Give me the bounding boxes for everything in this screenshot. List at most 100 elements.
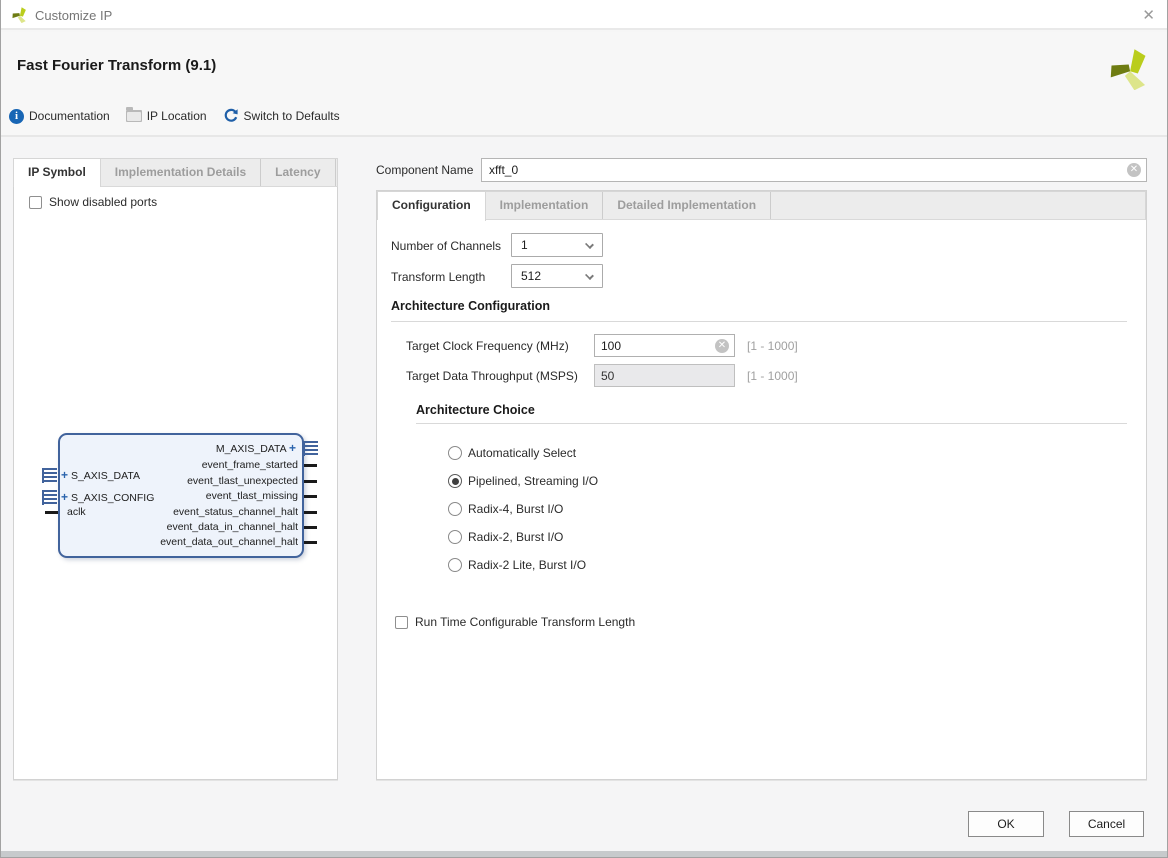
- radio-icon[interactable]: [448, 530, 462, 544]
- bottom-strip: [1, 851, 1167, 857]
- port-event-tlast-missing[interactable]: event_tlast_missing: [206, 489, 298, 503]
- architecture-choice-title: Architecture Choice: [416, 403, 535, 417]
- switch-to-defaults-button[interactable]: Switch to Defaults: [223, 108, 340, 124]
- show-disabled-ports-label: Show disabled ports: [49, 195, 158, 209]
- ip-symbol-panel: IP Symbol Implementation Details Latency…: [13, 158, 338, 780]
- switch-to-defaults-label: Switch to Defaults: [243, 109, 340, 123]
- radio-automatically-select[interactable]: Automatically Select: [448, 446, 576, 460]
- documentation-button[interactable]: i Documentation: [9, 108, 110, 124]
- port-label: event_tlast_unexpected: [187, 475, 298, 487]
- port-event-data-in-channel-halt[interactable]: event_data_in_channel_halt: [167, 520, 298, 534]
- expand-plus-icon[interactable]: +: [61, 490, 68, 504]
- pin-stub: [45, 511, 58, 514]
- window-title: Customize IP: [35, 8, 113, 23]
- pin-stub: [304, 495, 317, 498]
- ip-location-button[interactable]: IP Location: [125, 107, 207, 123]
- port-event-tlast-unexpected[interactable]: event_tlast_unexpected: [187, 474, 298, 488]
- section-rule: [391, 321, 1127, 322]
- runtime-transform-length-checkbox[interactable]: [395, 615, 408, 629]
- pin-stub: [304, 464, 317, 467]
- port-label: event_tlast_missing: [205, 490, 298, 502]
- port-label: aclk: [67, 506, 86, 518]
- chevron-down-icon: [585, 240, 594, 249]
- port-label: M_AXIS_DATA: [215, 443, 287, 455]
- pin-stub: [304, 511, 317, 514]
- toolbar: i Documentation IP Location Switch to De…: [9, 107, 340, 124]
- port-label: event_frame_started: [201, 459, 298, 471]
- number-of-channels-dropdown[interactable]: 1: [511, 233, 603, 257]
- page-title: Fast Fourier Transform (9.1): [17, 57, 217, 74]
- radio-icon[interactable]: [448, 558, 462, 572]
- target-data-throughput-label: Target Data Throughput (MSPS): [406, 369, 578, 383]
- clear-icon[interactable]: ✕: [715, 339, 729, 353]
- target-data-throughput-input: [594, 364, 735, 387]
- port-s-axis-config[interactable]: + S_AXIS_CONFIG: [61, 490, 154, 504]
- xilinx-logo-icon: [11, 6, 28, 26]
- component-name-input[interactable]: [481, 158, 1147, 182]
- port-event-data-out-channel-halt[interactable]: event_data_out_channel_halt: [160, 535, 298, 549]
- xilinx-logo-large-icon: [1107, 46, 1151, 93]
- ip-location-label: IP Location: [146, 109, 207, 123]
- header: Fast Fourier Transform (9.1) i Documenta…: [1, 32, 1167, 137]
- target-clock-frequency-label: Target Clock Frequency (MHz): [406, 339, 569, 353]
- documentation-label: Documentation: [29, 109, 110, 123]
- tab-latency[interactable]: Latency: [261, 159, 336, 186]
- radio-icon[interactable]: [448, 502, 462, 516]
- folder-icon: [125, 107, 142, 122]
- number-of-channels-label: Number of Channels: [391, 239, 502, 253]
- right-tab-strip: Configuration Implementation Detailed Im…: [377, 191, 1146, 221]
- content-area: IP Symbol Implementation Details Latency…: [1, 137, 1167, 857]
- port-m-axis-data[interactable]: M_AXIS_DATA +: [216, 441, 296, 455]
- number-of-channels-value: 1: [521, 238, 528, 252]
- tab-configuration[interactable]: Configuration: [378, 192, 486, 221]
- tab-implementation-details[interactable]: Implementation Details: [101, 159, 262, 186]
- port-label: event_status_channel_halt: [173, 506, 298, 518]
- close-icon[interactable]: ✕: [1142, 6, 1155, 24]
- radio-pipelined-streaming[interactable]: Pipelined, Streaming I/O: [448, 474, 598, 488]
- radio-selected-icon[interactable]: [448, 474, 462, 488]
- radio-icon[interactable]: [448, 446, 462, 460]
- radio-label: Automatically Select: [468, 446, 577, 460]
- radio-label: Pipelined, Streaming I/O: [468, 474, 599, 488]
- component-name-label: Component Name: [376, 163, 474, 177]
- expand-plus-icon[interactable]: +: [289, 441, 296, 455]
- radio-radix2-burst[interactable]: Radix-2, Burst I/O: [448, 530, 563, 544]
- port-s-axis-data[interactable]: + S_AXIS_DATA: [61, 468, 140, 482]
- radio-radix4-burst[interactable]: Radix-4, Burst I/O: [448, 502, 563, 516]
- transform-length-dropdown[interactable]: 512: [511, 264, 603, 288]
- radio-label: Radix-4, Burst I/O: [468, 502, 564, 516]
- bus-icon: [42, 468, 57, 483]
- expand-plus-icon[interactable]: +: [61, 468, 68, 482]
- runtime-transform-length-label: Run Time Configurable Transform Length: [415, 615, 636, 629]
- tab-implementation[interactable]: Implementation: [486, 192, 604, 219]
- cancel-button[interactable]: Cancel: [1069, 811, 1144, 837]
- port-label: S_AXIS_DATA: [70, 470, 140, 482]
- title-bar: Customize IP ✕: [1, 0, 1167, 30]
- ok-button[interactable]: OK: [968, 811, 1044, 837]
- show-disabled-ports-row[interactable]: Show disabled ports: [29, 195, 157, 209]
- pin-stub: [304, 480, 317, 483]
- pin-stub: [304, 526, 317, 529]
- port-event-frame-started[interactable]: event_frame_started: [202, 458, 298, 472]
- port-aclk[interactable]: aclk: [67, 505, 86, 519]
- transform-length-value: 512: [521, 269, 542, 283]
- port-label: event_data_in_channel_halt: [166, 521, 298, 533]
- section-rule: [416, 423, 1127, 424]
- clear-icon[interactable]: ✕: [1127, 163, 1141, 177]
- radio-label: Radix-2 Lite, Burst I/O: [468, 558, 587, 572]
- customize-ip-dialog: Customize IP ✕ Fast Fourier Transform (9…: [0, 0, 1168, 858]
- port-event-status-channel-halt[interactable]: event_status_channel_halt: [173, 505, 298, 519]
- radio-radix2-lite-burst[interactable]: Radix-2 Lite, Burst I/O: [448, 558, 586, 572]
- bus-icon: [303, 441, 318, 456]
- refresh-icon: [223, 108, 239, 124]
- port-label: S_AXIS_CONFIG: [70, 492, 155, 504]
- runtime-transform-length-row[interactable]: Run Time Configurable Transform Length: [395, 615, 635, 629]
- radio-label: Radix-2, Burst I/O: [468, 530, 564, 544]
- chevron-down-icon: [585, 271, 594, 280]
- tab-detailed-implementation[interactable]: Detailed Implementation: [603, 192, 772, 219]
- bus-icon: [42, 490, 57, 505]
- target-clock-frequency-input[interactable]: [594, 334, 735, 357]
- architecture-configuration-title: Architecture Configuration: [391, 299, 551, 313]
- tab-ip-symbol[interactable]: IP Symbol: [14, 159, 101, 188]
- show-disabled-ports-checkbox[interactable]: [29, 195, 42, 209]
